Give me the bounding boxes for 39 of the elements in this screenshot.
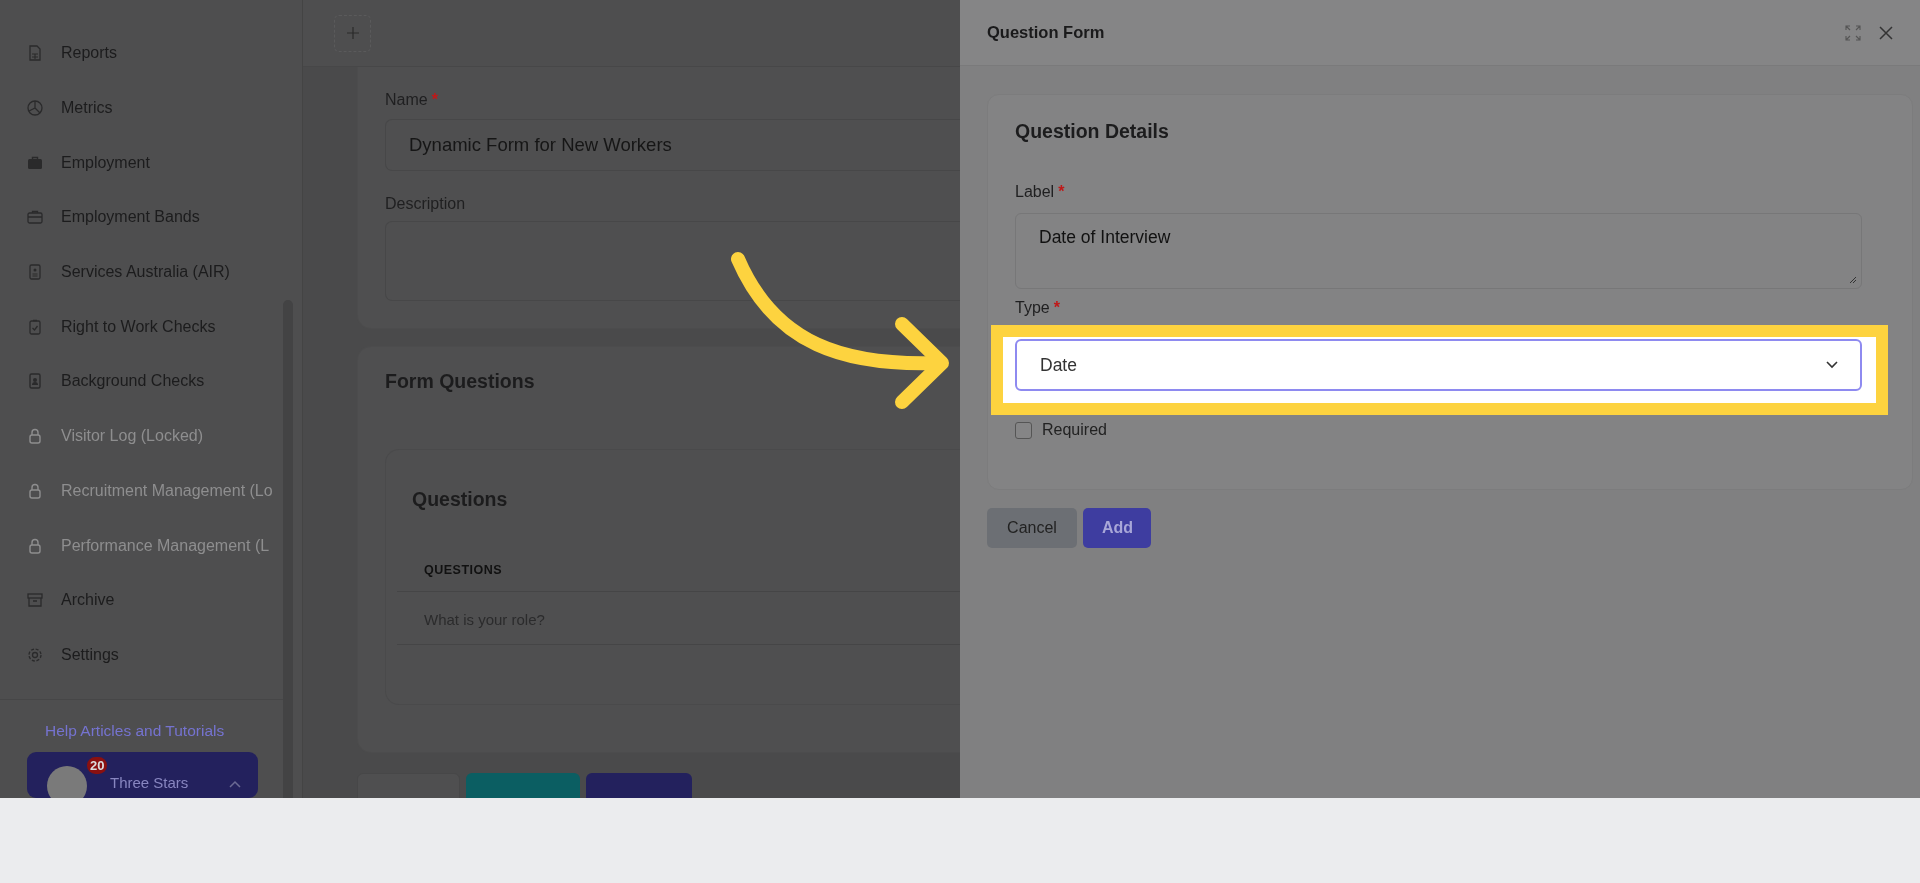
required-mark: * [1053, 299, 1060, 316]
required-mark: * [1058, 183, 1065, 200]
type-select[interactable]: Date [1015, 339, 1862, 391]
add-button[interactable] [334, 14, 371, 52]
scrollbar[interactable] [283, 300, 293, 798]
drawer-title: Question Form [987, 23, 1105, 42]
lock-icon [26, 481, 44, 500]
expand-icon[interactable] [1845, 24, 1861, 41]
add-button[interactable]: Add [1083, 508, 1151, 548]
account-card[interactable]: 20 Three Stars [27, 752, 258, 798]
avatar [47, 766, 87, 798]
name-field[interactable]: Dynamic Form for New Workers [385, 119, 960, 171]
close-icon[interactable] [1878, 24, 1894, 41]
lock-icon [26, 536, 44, 555]
description-field[interactable] [385, 221, 960, 301]
column-header: QUESTIONS [397, 563, 960, 592]
clipboard-check-icon [26, 317, 44, 336]
archive-icon [26, 591, 44, 610]
pie-chart-icon [26, 99, 44, 118]
id-card-icon [26, 263, 44, 282]
cancel-button[interactable]: Cancel [987, 508, 1077, 548]
resize-handle-icon[interactable] [1849, 276, 1857, 284]
notification-badge: 20 [87, 757, 108, 774]
checkbox-label: Required [1042, 421, 1107, 439]
section-title: Question Details [1015, 120, 1170, 143]
help-link[interactable]: Help Articles and Tutorials [45, 722, 302, 740]
report-icon [26, 44, 44, 63]
briefcase-icon [26, 208, 44, 227]
field-label: Label [1015, 183, 1055, 200]
lock-icon [26, 427, 44, 446]
required-mark: * [431, 91, 438, 108]
label-field[interactable]: Date of Interview [1015, 213, 1862, 289]
chevron-down-icon [1826, 361, 1838, 369]
caret-icon [229, 780, 241, 788]
checkbox[interactable] [1015, 421, 1032, 439]
badge-icon [26, 372, 44, 391]
plus-icon [345, 26, 360, 40]
field-label: Type [1015, 299, 1050, 316]
account-name: Three Stars [110, 774, 189, 791]
